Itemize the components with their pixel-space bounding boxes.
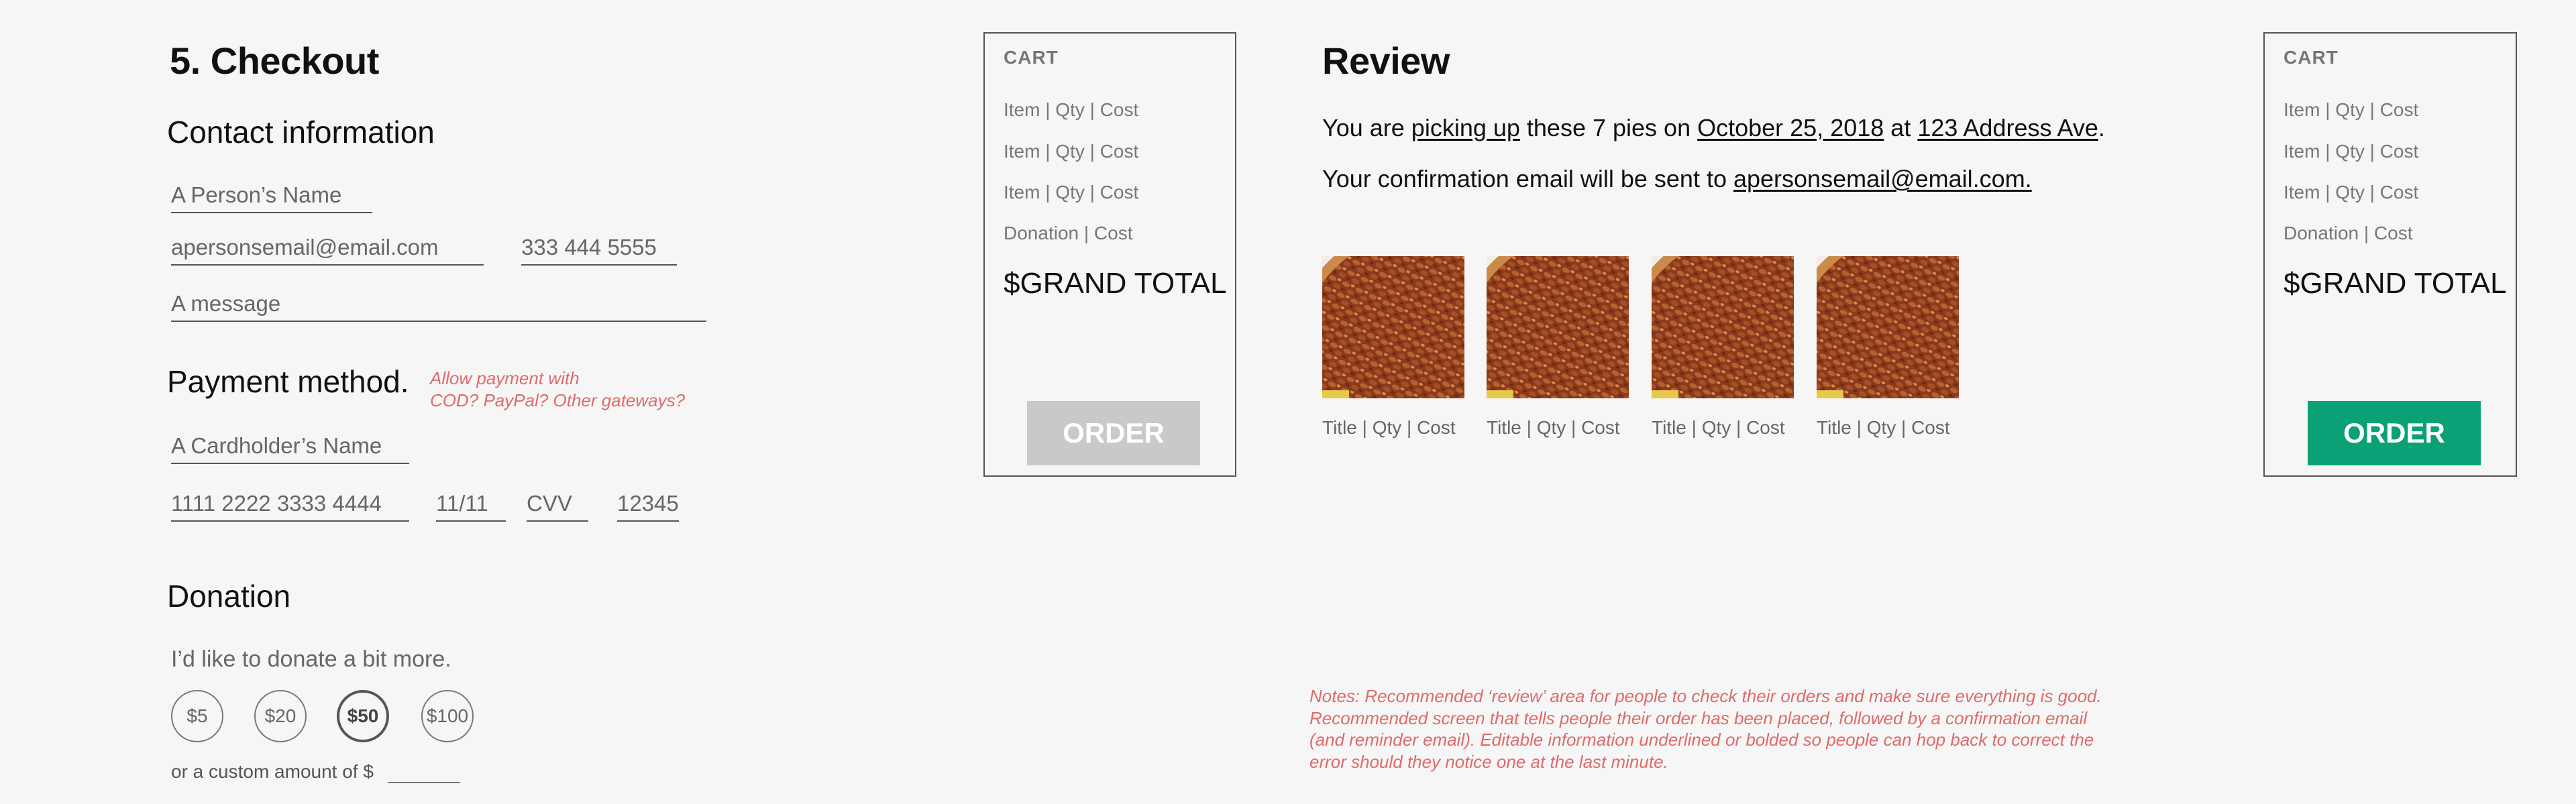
note-line: (and reminder email). Editable informati… [1309, 730, 2094, 750]
review-notes: Notes: Recommended ‘review’ area for peo… [1309, 685, 2102, 772]
order-button[interactable]: ORDER [2308, 401, 2481, 465]
message-field[interactable]: A message [171, 291, 706, 322]
review-email-line: Your confirmation email will be sent to … [1322, 165, 2032, 193]
donate-5-button[interactable]: $5 [171, 690, 223, 742]
cart-line: Item | Qty | Cost [2284, 99, 2419, 120]
cart-line: Donation | Cost [1004, 223, 1133, 243]
delivery-method-link[interactable]: picking up [1411, 114, 1520, 141]
cardholder-field[interactable]: A Cardholder’s Name [171, 433, 409, 464]
review-text: at [1884, 114, 1918, 141]
cart-title: CART [2284, 47, 2339, 68]
review-title: Review [1322, 40, 1450, 82]
product-caption: Title | Qty | Cost [1817, 417, 1950, 438]
cart-line: Item | Qty | Cost [1004, 141, 1139, 162]
product-caption: Title | Qty | Cost [1652, 417, 1785, 438]
pie-image [1322, 256, 1464, 398]
card-number-field[interactable]: 1111 2222 3333 4444 [171, 491, 409, 522]
review-text: Your confirmation email will be sent to [1322, 165, 1733, 192]
expiry-field[interactable]: 11/11 [436, 491, 506, 522]
payment-heading: Payment method. [167, 364, 409, 399]
review-summary-line: You are picking up these 7 pies on Octob… [1322, 114, 2105, 142]
donate-50-button[interactable]: $50 [337, 690, 389, 742]
grand-total: $GRAND TOTAL [2284, 267, 2507, 300]
custom-amount-label: or a custom amount of $ [171, 761, 374, 782]
note-line: Notes: Recommended ‘review’ area for peo… [1309, 686, 2102, 706]
email-link[interactable]: apersonsemail@email.com. [1733, 165, 2032, 192]
custom-amount-input[interactable] [388, 782, 460, 783]
pie-image [1652, 256, 1794, 398]
note-line: error should they notice one at the last… [1309, 751, 1668, 772]
name-field[interactable]: A Person’s Name [171, 182, 372, 213]
phone-field[interactable]: 333 444 5555 [521, 235, 677, 266]
pie-image [1817, 256, 1959, 398]
review-text: You are [1322, 114, 1411, 141]
payment-note-line: COD? PayPal? Other gateways? [430, 390, 686, 410]
cart-panel-left: CART Item | Qty | Cost Item | Qty | Cost… [983, 32, 1236, 477]
cvv-field[interactable]: CVV [527, 491, 588, 522]
cart-line: Item | Qty | Cost [1004, 182, 1139, 203]
cart-panel-right: CART Item | Qty | Cost Item | Qty | Cost… [2263, 32, 2517, 477]
product-caption: Title | Qty | Cost [1322, 417, 1456, 438]
email-field[interactable]: apersonsemail@email.com [171, 235, 484, 266]
cart-line: Item | Qty | Cost [1004, 99, 1139, 120]
order-button-disabled[interactable]: ORDER [1027, 401, 1200, 465]
contact-heading: Contact information [167, 115, 435, 150]
product-caption: Title | Qty | Cost [1487, 417, 1620, 438]
payment-note: Allow payment with COD? PayPal? Other ga… [430, 367, 685, 411]
cart-line: Item | Qty | Cost [2284, 182, 2419, 203]
review-text: these 7 pies on [1519, 114, 1698, 141]
zip-field[interactable]: 12345 [617, 491, 679, 522]
donate-20-button[interactable]: $20 [254, 690, 307, 742]
cart-line: Donation | Cost [2284, 223, 2413, 243]
cart-line: Item | Qty | Cost [2284, 141, 2419, 162]
note-line: Recommended screen that tells people the… [1309, 707, 2088, 728]
address-link[interactable]: 123 Address Ave [1917, 114, 2098, 141]
donate-100-button[interactable]: $100 [421, 690, 474, 742]
checkout-title: 5. Checkout [170, 40, 379, 82]
cart-title: CART [1004, 47, 1059, 68]
donation-text: I’d like to donate a bit more. [171, 646, 451, 672]
grand-total: $GRAND TOTAL [1004, 267, 1227, 300]
review-text: . [2098, 114, 2105, 141]
date-link[interactable]: October 25, 2018 [1697, 114, 1884, 141]
payment-note-line: Allow payment with [430, 368, 580, 388]
donation-heading: Donation [167, 579, 291, 614]
pie-image [1487, 256, 1629, 398]
